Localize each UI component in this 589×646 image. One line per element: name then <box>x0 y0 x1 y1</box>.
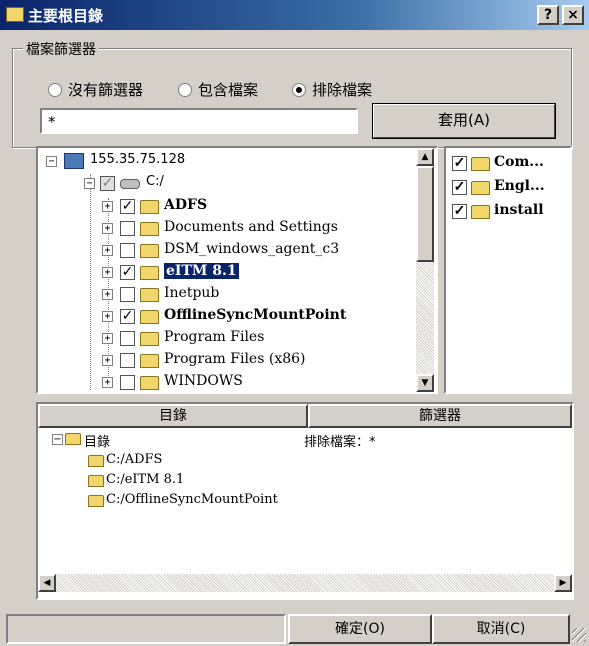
network-computer-icon <box>64 153 84 169</box>
expand-icon[interactable]: + <box>102 355 113 366</box>
file-list-label: Com... <box>494 154 544 170</box>
scroll-right-button[interactable]: ▶ <box>554 574 572 592</box>
expand-icon[interactable]: + <box>102 201 113 212</box>
radio-no-filter-label[interactable]: 沒有篩選器 <box>68 79 143 100</box>
folder-icon <box>471 181 490 195</box>
folder-icon <box>140 288 159 302</box>
expand-icon[interactable]: + <box>102 245 113 256</box>
file-list-label: install <box>494 202 544 218</box>
tree-item-label: DSM_windows_agent_c3 <box>164 241 340 257</box>
folder-icon <box>140 354 159 368</box>
tree-item-label: WINDOWS <box>164 373 243 389</box>
column-header-directory[interactable]: 目錄 <box>38 404 308 428</box>
folder-icon <box>140 310 159 324</box>
folder-icon <box>140 244 159 258</box>
radio-exclude-files-label[interactable]: 排除檔案 <box>312 79 372 100</box>
horizontal-scrollbar[interactable] <box>38 574 572 592</box>
drive-icon <box>120 179 140 189</box>
selection-summary-list: 目錄 篩選器 − 目錄 排除檔案：* C:/ADFS C:/eITM 8.1 C:/… <box>36 402 574 600</box>
expand-icon[interactable]: + <box>102 377 113 388</box>
tree-item-label: Program Files (x86) <box>164 351 306 367</box>
tree-connector <box>90 174 91 390</box>
file-list: ✓ Com... ✓ Engl... ✓ install <box>444 146 572 394</box>
summary-path-label: C:/eITM 8.1 <box>106 472 185 487</box>
folder-icon <box>88 495 104 507</box>
directory-tree: − 155.35.75.128 − ✓ C:/ + ✓ ADFS + Documents… <box>36 146 438 394</box>
radio-include-files[interactable] <box>178 83 192 97</box>
scrollbar-thumb[interactable] <box>416 166 434 262</box>
window-title: 主要根目錄 <box>28 7 104 25</box>
tree-host-label: 155.35.75.128 <box>90 152 186 167</box>
tree-item-checkbox[interactable]: ✓ <box>120 265 135 280</box>
summary-root-label: 目錄 <box>84 435 111 450</box>
collapse-icon[interactable]: − <box>46 156 57 167</box>
expand-icon[interactable]: + <box>102 333 113 344</box>
tree-item-label: OfflineSyncMountPoint <box>164 307 347 323</box>
tree-item-checkbox[interactable] <box>120 243 135 258</box>
radio-no-filter[interactable] <box>48 83 62 97</box>
file-list-checkbox[interactable]: ✓ <box>452 180 467 195</box>
summary-path-label: C:/ADFS <box>106 452 163 467</box>
expand-icon[interactable]: + <box>102 267 113 278</box>
column-header-filter[interactable]: 篩選器 <box>308 404 572 428</box>
folder-icon <box>140 200 159 214</box>
tree-item-checkbox[interactable] <box>120 353 135 368</box>
file-list-checkbox[interactable]: ✓ <box>452 156 467 171</box>
expand-icon[interactable]: + <box>102 223 113 234</box>
tree-item-checkbox[interactable] <box>120 221 135 236</box>
folder-icon <box>140 222 159 236</box>
filter-pattern-input[interactable]: * <box>40 108 358 134</box>
expand-icon[interactable]: + <box>102 289 113 300</box>
tree-item-label: Inetpub <box>164 285 220 301</box>
scroll-left-button[interactable]: ◀ <box>38 574 56 592</box>
tree-item-checkbox[interactable] <box>120 375 135 390</box>
folder-icon <box>471 205 490 219</box>
summary-filter-value: 排除檔案：* <box>304 435 376 450</box>
help-button[interactable]: ? <box>537 5 559 25</box>
folder-icon <box>140 266 159 280</box>
radio-exclude-files[interactable] <box>292 83 306 97</box>
folder-icon <box>6 7 24 22</box>
scroll-up-button[interactable]: ▲ <box>416 148 434 166</box>
tree-item-checkbox[interactable]: ✓ <box>120 309 135 324</box>
apply-button[interactable]: 套用(A) <box>372 103 556 139</box>
drive-checkbox[interactable]: ✓ <box>100 176 115 191</box>
folder-icon <box>140 332 159 346</box>
cancel-button[interactable]: 取消(C) <box>432 614 570 644</box>
file-list-label: Engl... <box>494 178 545 194</box>
tree-drive-label: C:/ <box>146 174 164 189</box>
tree-item-checkbox[interactable]: ✓ <box>120 199 135 214</box>
radio-include-files-label[interactable]: 包含檔案 <box>198 79 258 100</box>
tree-item-label: Documents and Settings <box>164 219 338 235</box>
summary-path-label: C:/OfflineSyncMountPoint <box>106 492 278 507</box>
resize-grip-icon[interactable] <box>572 628 586 642</box>
folder-icon <box>140 376 159 390</box>
tree-item-label: ADFS <box>164 197 208 213</box>
tree-item-checkbox[interactable] <box>120 287 135 302</box>
scroll-down-button[interactable]: ▼ <box>416 374 434 392</box>
folder-icon <box>88 455 104 467</box>
file-filter-group-label: 檔案篩選器 <box>23 39 99 59</box>
folder-icon <box>471 157 490 171</box>
collapse-icon[interactable]: − <box>52 434 63 445</box>
tree-item-label: Program Files <box>164 329 265 345</box>
folder-icon <box>65 433 81 445</box>
collapse-icon[interactable]: − <box>84 178 95 189</box>
expand-icon[interactable]: + <box>102 311 113 322</box>
file-list-checkbox[interactable]: ✓ <box>452 204 467 219</box>
folder-icon <box>88 475 104 487</box>
close-button[interactable]: × <box>562 5 584 25</box>
status-field <box>6 614 286 644</box>
title-bar: 主要根目錄 ? × <box>0 0 589 30</box>
ok-button[interactable]: 確定(O) <box>288 614 432 644</box>
tree-item-label: eITM 8.1 <box>164 263 239 279</box>
tree-item-checkbox[interactable] <box>120 331 135 346</box>
